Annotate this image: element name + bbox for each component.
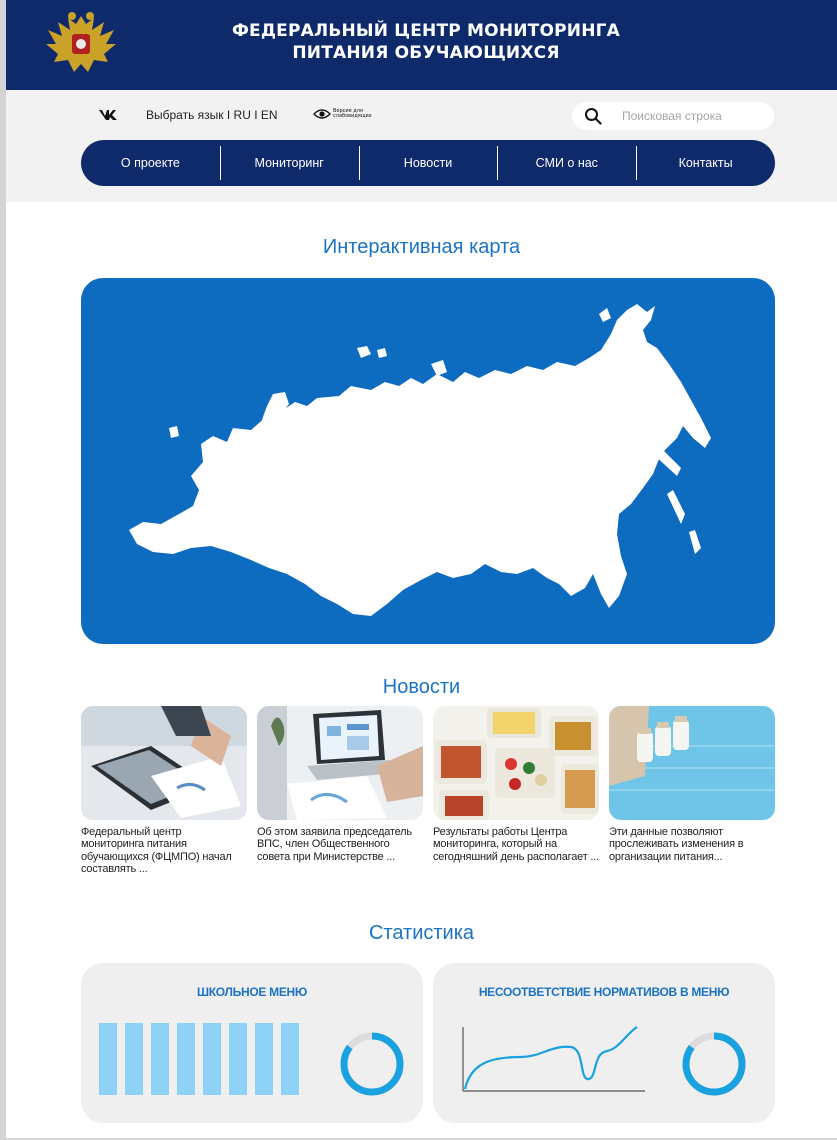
news-list: Федеральный центр мониторинга питания об… bbox=[81, 706, 775, 896]
stats-section-title: Статистика bbox=[368, 922, 475, 944]
search-box bbox=[572, 102, 774, 130]
meal-containers-photo[interactable] bbox=[433, 706, 599, 820]
search-input[interactable] bbox=[622, 108, 762, 124]
documents-and-laptop-photo[interactable] bbox=[81, 706, 247, 820]
search-icon[interactable] bbox=[584, 107, 602, 125]
donut-chart-icon bbox=[682, 1032, 746, 1096]
russia-map-icon bbox=[129, 304, 711, 616]
nav-item-monitoring[interactable]: Мониторинг bbox=[219, 140, 359, 186]
stat-card-norm-violations[interactable]: НЕСООТВЕТСТВИЕ НОРМАТИВОВ В МЕНЮ bbox=[433, 963, 775, 1123]
news-card[interactable]: Эти данные позволяют прослеживать измене… bbox=[609, 706, 775, 863]
accessibility-version-button[interactable]: Версия для слабовидящих bbox=[313, 106, 373, 122]
news-card[interactable]: Результаты работы Центра мониторинга, ко… bbox=[433, 706, 599, 863]
nav-item-news[interactable]: Новости bbox=[358, 140, 498, 186]
stat-card-title: НЕСООТВЕТСТВИЕ НОРМАТИВОВ В МЕНЮ bbox=[478, 985, 730, 999]
news-section-title: Новости bbox=[382, 676, 461, 698]
stat-card-title: ШКОЛЬНОЕ МЕНЮ bbox=[197, 985, 307, 999]
bar-chart-icon bbox=[99, 1023, 299, 1095]
nav-item-about[interactable]: О проекте bbox=[81, 140, 220, 186]
site-title: ФЕДЕРАЛЬНЫЙ ЦЕНТР МОНИТОРИНГА ПИТАНИЯ ОБ… bbox=[156, 20, 696, 64]
stat-card-school-menu[interactable]: ШКОЛЬНОЕ МЕНЮ bbox=[81, 963, 423, 1123]
news-card-text: Эти данные позволяют прослеживать измене… bbox=[609, 826, 744, 863]
line-chart-icon bbox=[462, 1026, 645, 1092]
milk-bottles-photo[interactable] bbox=[609, 706, 775, 820]
nav-item-contacts[interactable]: Контакты bbox=[636, 140, 775, 186]
news-card-text: Об этом заявила председатель ВПС, член О… bbox=[257, 826, 412, 863]
language-selector[interactable]: Выбрать язык I RU I EN bbox=[146, 108, 278, 122]
interactive-map[interactable] bbox=[81, 278, 775, 644]
site-title-line2: ПИТАНИЯ ОБУЧАЮЩИХСЯ bbox=[292, 43, 560, 63]
accessibility-label-line2: слабовидящих bbox=[333, 113, 372, 119]
top-bar: Выбрать язык I RU I EN Версия для слабов… bbox=[6, 90, 837, 202]
site-header: ФЕДЕРАЛЬНЫЙ ЦЕНТР МОНИТОРИНГА ПИТАНИЯ ОБ… bbox=[6, 0, 837, 90]
nav-item-media[interactable]: СМИ о нас bbox=[497, 140, 636, 186]
donut-chart-icon bbox=[340, 1032, 404, 1096]
eye-icon bbox=[313, 109, 331, 119]
site-title-line1: ФЕДЕРАЛЬНЫЙ ЦЕНТР МОНИТОРИНГА bbox=[231, 21, 621, 41]
news-card[interactable]: Федеральный центр мониторинга питания об… bbox=[81, 706, 247, 876]
news-card-text: Результаты работы Центра мониторинга, ко… bbox=[433, 826, 599, 863]
vk-icon[interactable] bbox=[98, 109, 118, 121]
news-card[interactable]: Об этом заявила председатель ВПС, член О… bbox=[257, 706, 423, 863]
page: ФЕДЕРАЛЬНЫЙ ЦЕНТР МОНИТОРИНГА ПИТАНИЯ ОБ… bbox=[6, 0, 837, 1138]
emblem-icon[interactable] bbox=[42, 10, 120, 78]
main-nav: О проекте Мониторинг Новости СМИ о нас К… bbox=[81, 140, 775, 186]
laptop-charts-photo[interactable] bbox=[257, 706, 423, 820]
news-card-text: Федеральный центр мониторинга питания об… bbox=[81, 826, 232, 876]
map-section-title: Интерактивная карта bbox=[322, 236, 521, 258]
